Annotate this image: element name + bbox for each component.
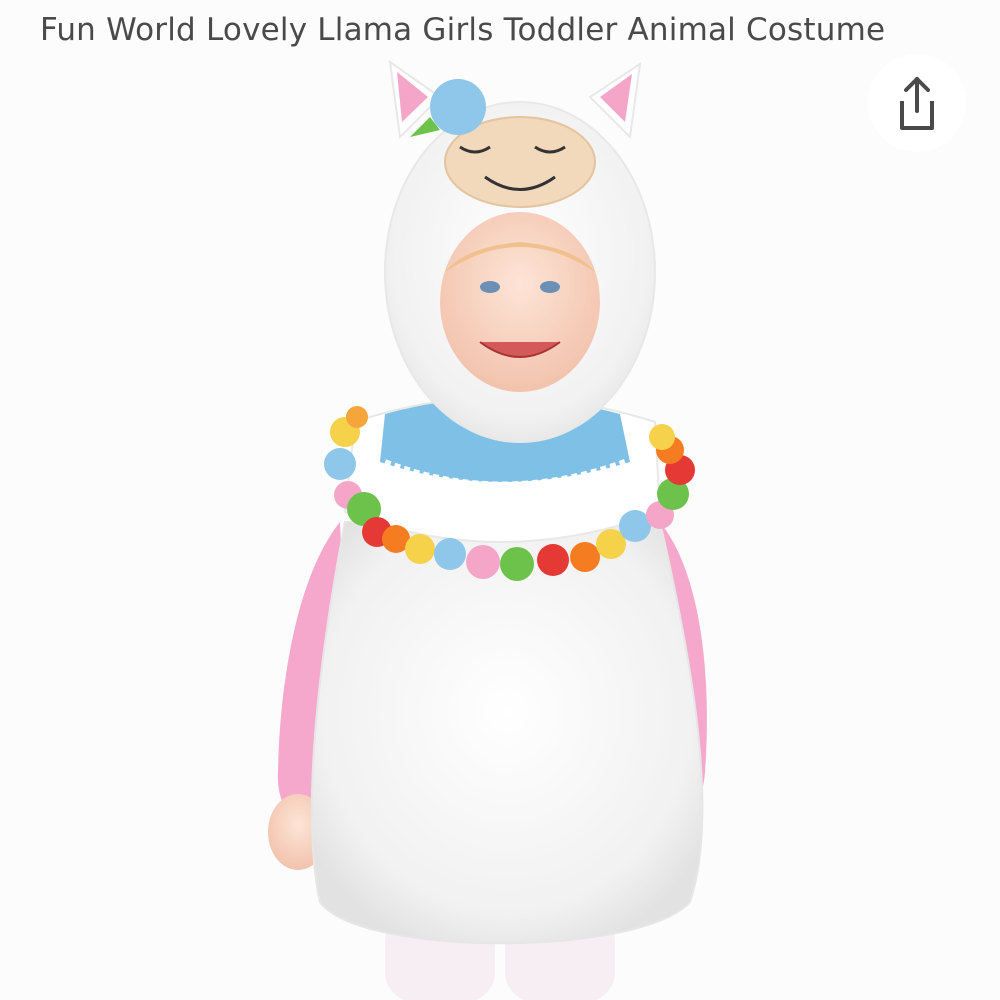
flower (430, 79, 486, 135)
child-face (440, 212, 600, 392)
right-eye (540, 281, 560, 293)
product-image-screen: Fun World Lovely Llama Girls Toddler Ani… (0, 0, 1000, 1000)
product-title: Fun World Lovely Llama Girls Toddler Ani… (40, 12, 886, 48)
costume-body (310, 521, 704, 945)
share-icon (900, 77, 934, 130)
share-button[interactable] (868, 54, 966, 152)
product-photo[interactable] (0, 52, 1000, 1000)
left-eye (480, 281, 500, 293)
